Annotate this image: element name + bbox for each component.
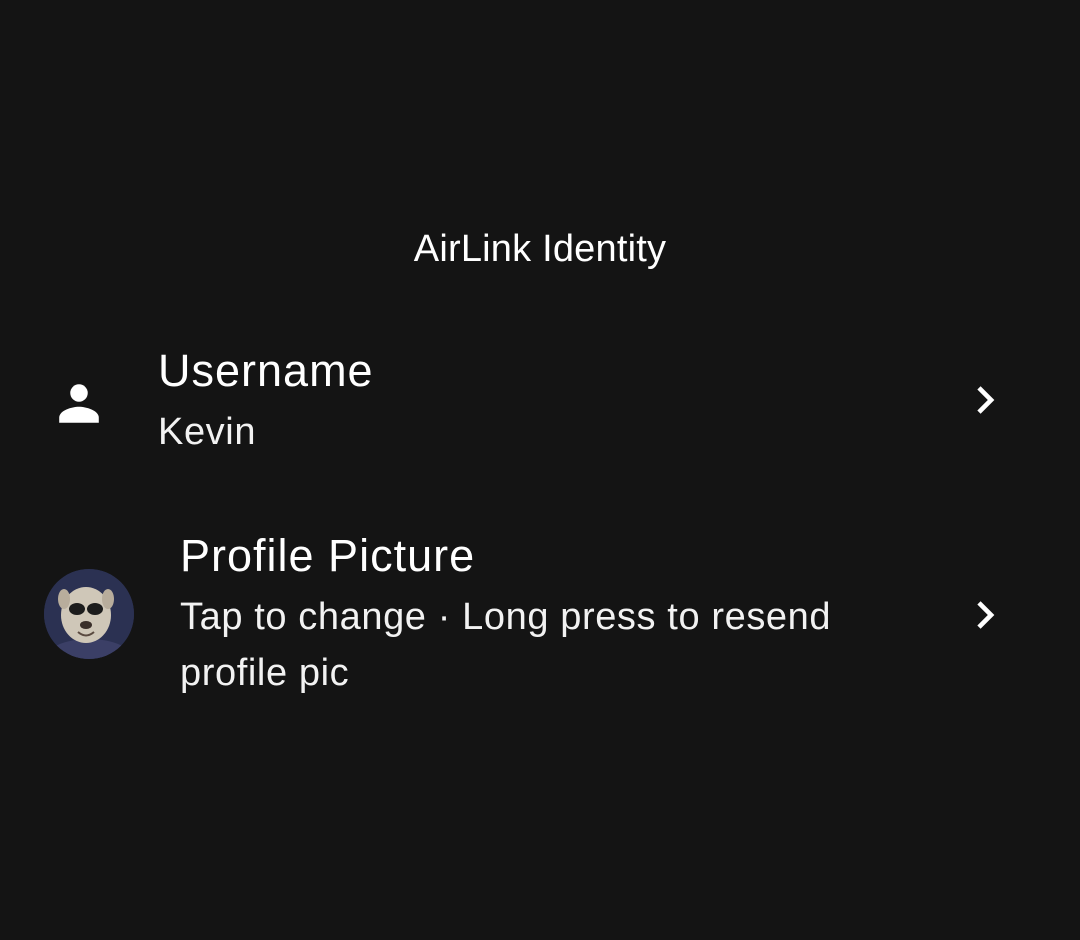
profile-picture-row[interactable]: Profile Picture Tap to change · Long pre… [0, 515, 1080, 715]
username-label: Username [158, 345, 374, 396]
profile-picture-hint: Tap to change · Long press to resend pro… [180, 596, 832, 694]
identity-dialog: AirLink Identity Username Kevin Profile … [0, 0, 1080, 940]
chevron-right-icon [968, 383, 1002, 417]
username-row[interactable]: Username Kevin [0, 330, 1080, 470]
dialog-title: AirLink Identity [413, 228, 667, 270]
username-value: Kevin [158, 411, 257, 453]
person-icon [54, 378, 104, 428]
profile-picture-text: Profile Picture Tap to change · Long pre… [180, 529, 880, 701]
username-text: Username Kevin [158, 344, 880, 460]
profile-picture-label: Profile Picture [180, 530, 476, 581]
profile-avatar[interactable] [44, 569, 134, 659]
chevron-right-icon [968, 598, 1002, 632]
